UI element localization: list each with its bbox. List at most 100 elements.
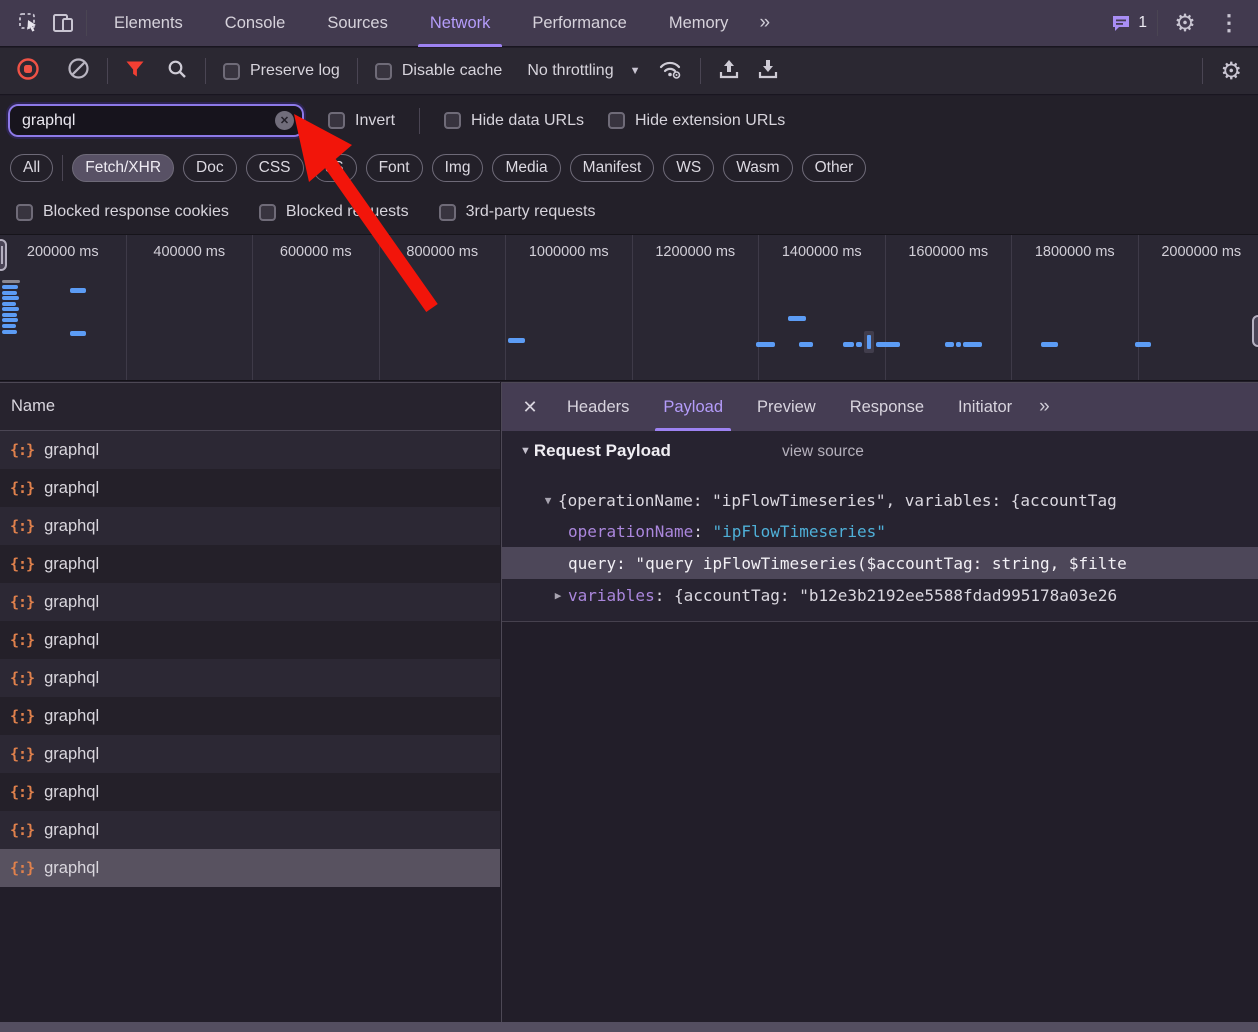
more-detail-tabs-icon[interactable]: » xyxy=(1029,396,1058,418)
toolbar-divider-3 xyxy=(357,58,358,84)
chip-media[interactable]: Media xyxy=(492,154,560,182)
detail-tab-payload[interactable]: Payload xyxy=(646,383,740,431)
request-row[interactable]: {:}graphql xyxy=(0,507,500,545)
detail-tab-preview[interactable]: Preview xyxy=(740,383,833,431)
detail-tab-response[interactable]: Response xyxy=(833,383,941,431)
tab-memory[interactable]: Memory xyxy=(648,0,750,47)
chip-fetch-xhr[interactable]: Fetch/XHR xyxy=(72,154,174,182)
request-row[interactable]: {:}graphql xyxy=(0,811,500,849)
request-row[interactable]: {:}graphql xyxy=(0,621,500,659)
name-column-header[interactable]: Name xyxy=(0,383,500,431)
blocked-requests-checkbox[interactable] xyxy=(259,204,276,221)
tab-elements[interactable]: Elements xyxy=(93,0,204,47)
filter-button[interactable] xyxy=(125,60,145,83)
request-row[interactable]: {:}graphql xyxy=(0,773,500,811)
hide-extension-urls-option: Hide extension URLs xyxy=(608,112,785,130)
timeline-request-bar xyxy=(2,296,19,300)
request-name: graphql xyxy=(44,821,99,840)
timeline-label-7: 1600000 ms xyxy=(886,235,1013,380)
request-row[interactable]: {:}graphql xyxy=(0,431,500,469)
request-name: graphql xyxy=(44,669,99,688)
chip-all[interactable]: All xyxy=(10,154,53,182)
request-name: graphql xyxy=(44,707,99,726)
hide-extension-urls-checkbox[interactable] xyxy=(608,112,625,129)
tab-sources[interactable]: Sources xyxy=(306,0,409,47)
upload-icon xyxy=(718,58,740,80)
timeline-left-handle[interactable] xyxy=(0,239,7,271)
json-braces-icon: {:} xyxy=(10,669,34,687)
hide-data-urls-checkbox[interactable] xyxy=(444,112,461,129)
payload-root-line[interactable]: ▼ {operationName: "ipFlowTimeseries", va… xyxy=(502,485,1258,516)
request-row[interactable]: {:}graphql xyxy=(0,583,500,621)
issues-button[interactable]: 1 xyxy=(1111,6,1147,40)
request-row[interactable]: {:} graphql xyxy=(0,659,500,697)
timeline-request-bar xyxy=(2,318,18,322)
tab-network[interactable]: Network xyxy=(409,0,512,47)
blocked-response-cookies-option: Blocked response cookies xyxy=(16,203,229,221)
detail-tab-initiator[interactable]: Initiator xyxy=(941,383,1029,431)
invert-checkbox[interactable] xyxy=(328,112,345,129)
network-settings-gear-icon[interactable]: ⚙ xyxy=(1220,57,1242,86)
filter-input[interactable]: graphql ✕ xyxy=(8,104,304,137)
detail-tab-headers[interactable]: Headers xyxy=(550,383,646,431)
chip-other[interactable]: Other xyxy=(802,154,867,182)
import-har-button[interactable] xyxy=(718,58,740,85)
chip-js[interactable]: JS xyxy=(313,154,357,182)
toolbar-divider-2 xyxy=(205,58,206,84)
search-button[interactable] xyxy=(166,58,188,85)
chip-ws[interactable]: WS xyxy=(663,154,714,182)
clear-filter-icon[interactable]: ✕ xyxy=(275,111,294,130)
timeline-request-bar xyxy=(2,285,18,289)
devtools-window: ElementsConsoleSourcesNetworkPerformance… xyxy=(0,0,1258,1032)
detail-tab-strip: HeadersPayloadPreviewResponseInitiator xyxy=(550,383,1029,431)
disable-cache-label: Disable cache xyxy=(402,62,503,80)
payload-operation-line[interactable]: operationName: "ipFlowTimeseries" xyxy=(502,516,1258,547)
request-payload-section[interactable]: ▼ Request Payload xyxy=(520,441,671,461)
payload-variables-line[interactable]: ▶ variables: {accountTag: "b12e3b2192ee5… xyxy=(502,580,1258,611)
device-toolbar-button[interactable] xyxy=(46,6,80,40)
settings-gear-icon[interactable]: ⚙ xyxy=(1168,6,1202,40)
requests-panel: Name {:}graphql{:}graphql{:}graphql{:}gr… xyxy=(0,382,500,1022)
3rd-party-requests-checkbox[interactable] xyxy=(439,204,456,221)
view-source-link[interactable]: view source xyxy=(782,443,864,461)
preserve-log-checkbox[interactable] xyxy=(223,63,240,80)
preserve-log-option: Preserve log xyxy=(223,62,340,80)
inspect-element-button[interactable] xyxy=(12,6,46,40)
timeline-right-handle[interactable] xyxy=(1252,315,1258,347)
clear-button[interactable] xyxy=(67,57,90,85)
chip-manifest[interactable]: Manifest xyxy=(570,154,655,182)
disable-cache-checkbox[interactable] xyxy=(375,63,392,80)
tab-console[interactable]: Console xyxy=(204,0,307,47)
timeline-overview[interactable]: 200000 ms400000 ms600000 ms800000 ms1000… xyxy=(0,234,1258,381)
timeline-label-3: 800000 ms xyxy=(380,235,507,380)
json-braces-icon: {:} xyxy=(10,631,34,649)
close-panel-icon[interactable]: ✕ xyxy=(510,383,550,431)
kebab-menu-icon[interactable]: ⋮ xyxy=(1212,6,1246,40)
chip-wasm[interactable]: Wasm xyxy=(723,154,792,182)
blocked-response-cookies-checkbox[interactable] xyxy=(16,204,33,221)
json-braces-icon: {:} xyxy=(10,517,34,535)
request-row[interactable]: {:}graphql xyxy=(0,469,500,507)
detail-tabs: ✕ HeadersPayloadPreviewResponseInitiator… xyxy=(502,383,1258,431)
timeline-request-bar xyxy=(70,331,86,336)
wifi-gear-icon xyxy=(657,58,683,80)
chip-doc[interactable]: Doc xyxy=(183,154,237,182)
disable-cache-option: Disable cache xyxy=(375,62,503,80)
more-panels-icon[interactable]: » xyxy=(749,12,778,34)
chips-divider xyxy=(62,155,63,181)
network-conditions-button[interactable] xyxy=(657,58,683,85)
chip-img[interactable]: Img xyxy=(432,154,484,182)
chip-font[interactable]: Font xyxy=(366,154,423,182)
request-payload-title: Request Payload xyxy=(534,441,671,461)
throttling-dropdown[interactable]: No throttling ▼ xyxy=(527,62,640,80)
request-row[interactable]: {:}graphql xyxy=(0,697,500,735)
record-button[interactable] xyxy=(16,57,40,86)
tab-performance[interactable]: Performance xyxy=(511,0,647,47)
request-row[interactable]: {:}graphql xyxy=(0,849,500,887)
request-row[interactable]: {:}graphql xyxy=(0,735,500,773)
chip-css[interactable]: CSS xyxy=(246,154,304,182)
payload-query-line-selected[interactable]: query: "query ipFlowTimeseries($accountT… xyxy=(502,547,1258,579)
request-row[interactable]: {:}graphql xyxy=(0,545,500,583)
export-har-button[interactable] xyxy=(757,58,779,85)
blocked-response-cookies-label: Blocked response cookies xyxy=(43,203,229,221)
